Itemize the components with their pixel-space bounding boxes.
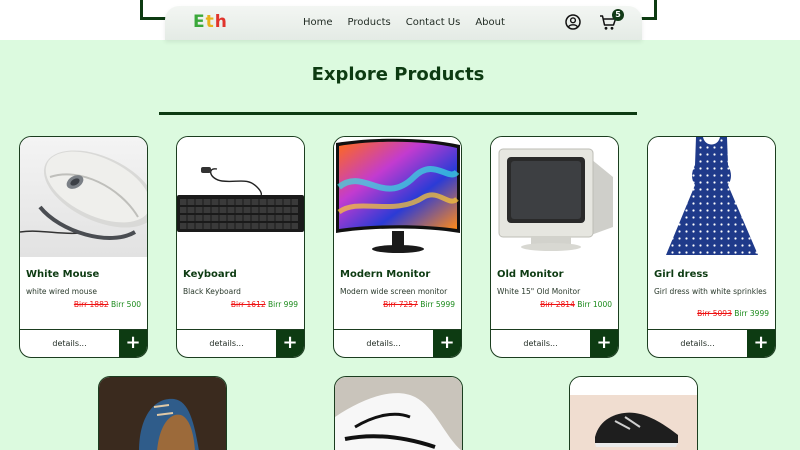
product-card-modern-monitor: Modern Monitor Modern wide screen monito… <box>333 136 462 358</box>
details-button[interactable]: details... <box>20 330 119 357</box>
old-price: Birr 7257 <box>383 300 418 309</box>
product-image-keyboard <box>177 137 304 257</box>
add-to-cart-button[interactable]: + <box>747 330 775 357</box>
product-description: Girl dress with white sprinkles <box>654 287 767 296</box>
new-price: Birr 500 <box>111 300 141 309</box>
details-button[interactable]: details... <box>334 330 433 357</box>
product-image-old-monitor <box>491 137 618 257</box>
cart-count-badge: 5 <box>612 9 624 21</box>
card-footer: details... + <box>334 329 461 357</box>
product-card-white-mouse: White Mouse white wired mouse Birr 1882 … <box>19 136 148 358</box>
add-to-cart-button[interactable]: + <box>590 330 618 357</box>
nav-about[interactable]: About <box>475 17 505 28</box>
nav-products[interactable]: Products <box>348 17 391 28</box>
product-card-shoes-1 <box>98 376 227 450</box>
product-description: white wired mouse <box>26 287 97 296</box>
product-description: Modern wide screen monitor <box>340 287 448 296</box>
product-description: White 15" Old Monitor <box>497 287 581 296</box>
user-icon[interactable] <box>565 14 581 30</box>
product-image-shoes-1 <box>99 377 226 450</box>
old-price: Birr 5093 <box>697 309 732 318</box>
product-name: Keyboard <box>183 269 237 280</box>
nav-links: Home Products Contact Us About <box>303 17 505 28</box>
card-footer: details... + <box>491 329 618 357</box>
nav-contact-us[interactable]: Contact Us <box>406 17 461 28</box>
add-to-cart-button[interactable]: + <box>276 330 304 357</box>
product-name: Modern Monitor <box>340 269 431 280</box>
old-price: Birr 1612 <box>230 300 266 309</box>
logo-letter-2: t <box>205 12 215 32</box>
new-price: Birr 999 <box>268 300 298 309</box>
navbar: Eth Home Products Contact Us About 5 <box>165 6 642 40</box>
product-card-girl-dress: Girl dress Girl dress with white sprinkl… <box>647 136 776 358</box>
details-button[interactable]: details... <box>491 330 590 357</box>
card-footer: details... + <box>20 329 147 357</box>
logo-letter-1: E <box>193 12 206 32</box>
add-to-cart-button[interactable]: + <box>433 330 461 357</box>
product-price: Birr 7257 Birr 5999 <box>383 300 455 309</box>
product-card-old-monitor: Old Monitor White 15" Old Monitor Birr 2… <box>490 136 619 358</box>
product-card-keyboard: Keyboard Black Keyboard Birr 1612 Birr 9… <box>176 136 305 358</box>
product-name: Girl dress <box>654 269 709 280</box>
product-price: Birr 5093 Birr 3999 <box>697 309 769 318</box>
product-card-sneakers <box>334 376 463 450</box>
product-price: Birr 1882 Birr 500 <box>74 300 141 309</box>
product-description: Black Keyboard <box>183 287 241 296</box>
product-card-running-shoe <box>569 376 698 450</box>
card-footer: details... + <box>177 329 304 357</box>
product-price: Birr 1612 Birr 999 <box>231 300 298 309</box>
card-footer: details... + <box>648 329 775 357</box>
logo-letter-3: h <box>214 12 228 32</box>
new-price: Birr 5999 <box>420 300 455 309</box>
details-button[interactable]: details... <box>648 330 747 357</box>
product-image-mouse <box>20 137 147 257</box>
product-name: Old Monitor <box>497 269 564 280</box>
product-image-sneakers <box>335 377 462 450</box>
product-name: White Mouse <box>26 269 100 280</box>
nav-home[interactable]: Home <box>303 17 333 28</box>
old-price: Birr 2814 <box>540 300 575 309</box>
new-price: Birr 1000 <box>577 300 612 309</box>
product-image-girl-dress <box>648 137 775 257</box>
details-button[interactable]: details... <box>177 330 276 357</box>
product-image-running-shoe <box>570 377 697 450</box>
new-price: Birr 3999 <box>734 309 769 318</box>
product-price: Birr 2814 Birr 1000 <box>540 300 612 309</box>
product-image-modern-monitor <box>334 137 461 257</box>
add-to-cart-button[interactable]: + <box>119 330 147 357</box>
logo[interactable]: Eth <box>193 12 228 32</box>
page-title: Explore Products <box>311 64 485 85</box>
old-price: Birr 1882 <box>73 300 109 309</box>
title-underline <box>159 112 637 115</box>
